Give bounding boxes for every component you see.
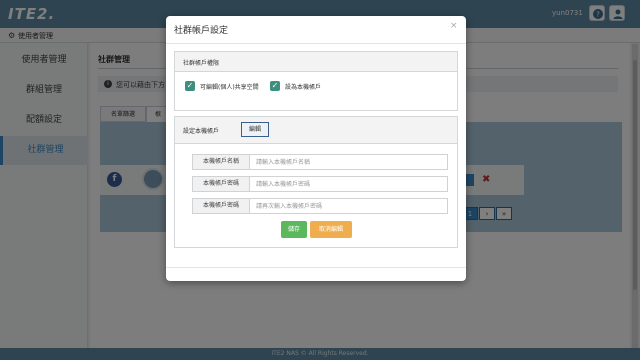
edit-button[interactable]: 編輯 (241, 122, 269, 137)
account-password-input[interactable] (250, 176, 448, 192)
close-icon[interactable]: × (450, 21, 458, 31)
modal-header-divider (166, 43, 466, 44)
modal-footer-divider (166, 267, 466, 268)
local-account-label: 設為本機帳戶 (285, 84, 322, 91)
account-password-label: 本機帳戶密碼 (192, 176, 250, 192)
account-password-confirm-input[interactable] (250, 198, 448, 214)
modal-title: 社群帳戶設定 (174, 26, 229, 36)
shared-space-checkbox[interactable]: ✓ (185, 81, 195, 91)
permissions-heading: 社群帳戶權限 (183, 60, 220, 67)
local-account-panel: 設定本機帳戶 編輯 本機帳戶名稱 本機帳戶密碼 本機帳戶密碼 儲存 取消編輯 (174, 116, 458, 248)
account-name-input[interactable] (250, 154, 448, 170)
cancel-edit-button[interactable]: 取消編輯 (310, 221, 352, 238)
local-account-heading: 設定本機帳戶 (183, 128, 220, 135)
local-account-panel-header: 設定本機帳戶 編輯 (175, 117, 457, 144)
save-button[interactable]: 儲存 (281, 221, 307, 238)
account-password-confirm-label: 本機帳戶密碼 (192, 198, 250, 214)
permissions-panel-header: 社群帳戶權限 (175, 52, 457, 72)
local-account-checkbox[interactable]: ✓ (270, 81, 280, 91)
social-account-modal: 社群帳戶設定 × 社群帳戶權限 ✓ 可編輯(個人)共享空間 ✓ 設為本機帳戶 設… (166, 16, 466, 281)
permissions-panel: 社群帳戶權限 ✓ 可編輯(個人)共享空間 ✓ 設為本機帳戶 (174, 51, 458, 111)
account-name-label: 本機帳戶名稱 (192, 154, 250, 170)
shared-space-label: 可編輯(個人)共享空間 (200, 84, 259, 91)
